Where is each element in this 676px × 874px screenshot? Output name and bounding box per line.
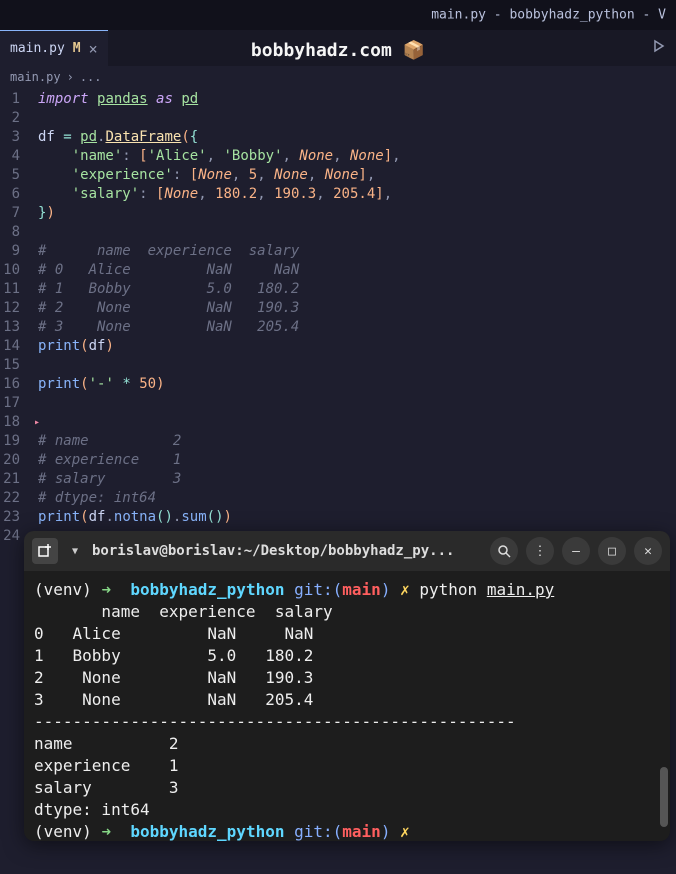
terminal-output: experience 1	[34, 755, 660, 777]
dropdown-icon[interactable]: ▼	[66, 538, 84, 564]
line-number: 8	[0, 223, 20, 242]
line-number: 17	[0, 394, 20, 413]
line-number: 14	[0, 337, 20, 356]
terminal-header[interactable]: ▼ borislav@borislav:~/Desktop/bobbyhadz_…	[24, 531, 670, 571]
tab-label: main.py	[10, 41, 65, 56]
terminal-output: 1 Bobby 5.0 180.2	[34, 645, 660, 667]
line-number: 7	[0, 204, 20, 223]
line-number: 13	[0, 318, 20, 337]
line-number: 6	[0, 185, 20, 204]
terminal-output: name experience salary	[34, 601, 660, 623]
terminal-output: ----------------------------------------…	[34, 711, 660, 733]
line-number: 22	[0, 489, 20, 508]
terminal-title: borislav@borislav:~/Desktop/bobbyhadz_py…	[92, 543, 482, 559]
terminal-output: 3 None NaN 205.4	[34, 689, 660, 711]
tab-main-py[interactable]: main.py M ×	[0, 30, 108, 66]
line-number: 11	[0, 280, 20, 299]
line-number: 4	[0, 147, 20, 166]
terminal-body[interactable]: (venv) ➜ bobbyhadz_python git:(main) ✗ p…	[24, 571, 670, 841]
breadcrumb-file: main.py	[10, 70, 61, 84]
line-number: 10	[0, 261, 20, 280]
line-number: 24	[0, 527, 20, 546]
close-icon[interactable]: ×	[89, 40, 98, 58]
line-number: 12	[0, 299, 20, 318]
line-number: 3	[0, 128, 20, 147]
menu-icon[interactable]: ⋮	[526, 537, 554, 565]
line-number: 2	[0, 109, 20, 128]
line-number: 23	[0, 508, 20, 527]
line-number: 5	[0, 166, 20, 185]
terminal-scrollbar[interactable]	[660, 767, 668, 827]
terminal-window: ▼ borislav@borislav:~/Desktop/bobbyhadz_…	[24, 531, 670, 841]
terminal-output: dtype: int64	[34, 799, 660, 821]
title-bar[interactable]: main.py - bobbyhadz_python - V	[0, 0, 676, 30]
breadcrumb-more: ...	[80, 70, 102, 84]
terminal-output: salary 3	[34, 777, 660, 799]
line-number: 1	[0, 90, 20, 109]
window-title: main.py - bobbyhadz_python - V	[431, 8, 666, 23]
chevron-right-icon: ›	[67, 70, 74, 84]
terminal-output: 0 Alice NaN NaN	[34, 623, 660, 645]
watermark: bobbyhadz.com 📦	[251, 40, 425, 61]
line-number: 20	[0, 451, 20, 470]
new-tab-button[interactable]	[32, 538, 58, 564]
terminal-output: 2 None NaN 190.3	[34, 667, 660, 689]
code-area[interactable]: import pandas as pd df = pd.DataFrame({ …	[28, 88, 676, 528]
line-number: 19	[0, 432, 20, 451]
tab-modified-indicator: M	[73, 41, 81, 56]
maximize-icon[interactable]: □	[598, 537, 626, 565]
search-icon[interactable]	[490, 537, 518, 565]
line-number: 15	[0, 356, 20, 375]
close-window-icon[interactable]: ✕	[634, 537, 662, 565]
line-number: 18	[0, 413, 20, 432]
breadcrumb[interactable]: main.py › ...	[0, 66, 676, 88]
line-number: 21	[0, 470, 20, 489]
watermark-text: bobbyhadz.com 📦	[251, 40, 425, 61]
terminal-output: name 2	[34, 733, 660, 755]
minimize-icon[interactable]: –	[562, 537, 590, 565]
line-number: 9	[0, 242, 20, 261]
line-gutter: 1 2 3 4 5 6 7 8 9 10 11 12 13 14 15 16 1…	[0, 88, 28, 528]
line-number: 16	[0, 375, 20, 394]
code-editor[interactable]: 1 2 3 4 5 6 7 8 9 10 11 12 13 14 15 16 1…	[0, 88, 676, 528]
fold-indicator-icon[interactable]: ▸	[34, 413, 40, 432]
run-icon[interactable]	[652, 39, 666, 57]
